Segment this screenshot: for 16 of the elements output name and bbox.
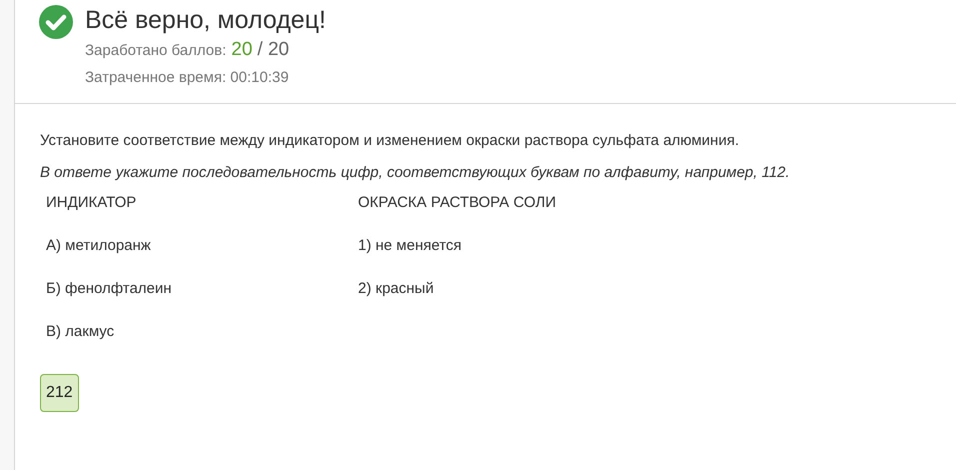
column-header: ОКРАСКА РАСТВОРА СОЛИ <box>358 194 556 211</box>
table-cell: 2) красный <box>358 280 434 297</box>
question-text: Установите соответствие между индикатором и изменением окраски раствора сульфата алюминия. <box>40 131 740 151</box>
column-header: ИНДИКАТОР <box>46 194 136 211</box>
score: 20 <box>231 38 252 62</box>
check-circle-icon <box>39 5 73 39</box>
table-cell: 1) не меняется <box>358 237 462 254</box>
result-title: Всё верно, молодец! <box>85 5 326 36</box>
time-spent: Затраченное время: 00:10:39 <box>85 68 290 88</box>
table-cell: Б) фенолфталеин <box>46 280 172 297</box>
answer-box: 212 <box>40 374 79 412</box>
question-hint: В ответе укажите последовательность цифр, соответствующих буквам по алфавиту, например, 112. <box>40 162 791 182</box>
table-cell: А) метилоранж <box>46 237 151 254</box>
score-max: / 20 <box>257 38 290 62</box>
table-cell: В) лакмус <box>46 323 114 340</box>
score-label: Заработано баллов: <box>85 41 226 61</box>
